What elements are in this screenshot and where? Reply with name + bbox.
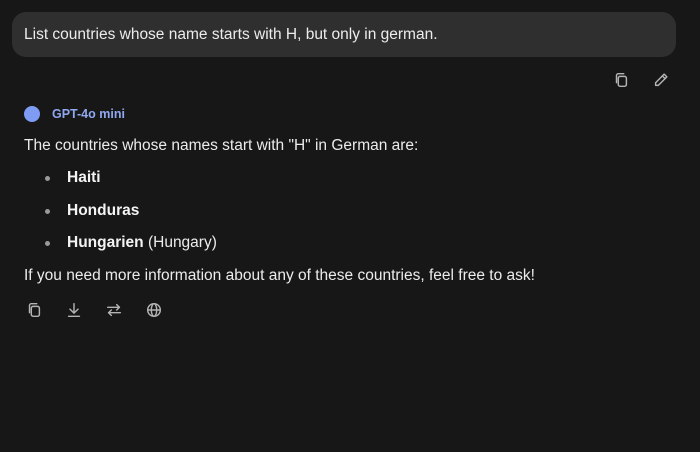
globe-icon[interactable] <box>143 299 165 321</box>
list-item: Haiti <box>24 168 664 188</box>
model-avatar <box>24 106 40 122</box>
country-name: Honduras <box>67 201 140 219</box>
regenerate-icon[interactable] <box>103 299 125 321</box>
country-name: Hungarien <box>67 234 144 251</box>
list-item: Honduras <box>24 201 664 221</box>
country-name: Haiti <box>67 169 101 186</box>
bullet-icon <box>45 176 50 181</box>
answer-intro: The countries whose names start with "H"… <box>24 137 419 154</box>
user-message-bubble: List countries whose name starts with H,… <box>12 12 676 57</box>
country-note: (Hungary) <box>143 234 217 251</box>
copy-icon[interactable] <box>23 299 45 321</box>
bullet-icon <box>45 208 50 214</box>
download-icon[interactable] <box>63 299 85 321</box>
copy-icon[interactable] <box>610 69 632 91</box>
user-message-text: List countries whose name starts with H,… <box>24 25 438 43</box>
bullet-icon <box>45 241 50 246</box>
edit-icon[interactable] <box>650 69 672 91</box>
model-label: GPT-4o mini <box>24 106 125 122</box>
model-name: GPT-4o mini <box>52 107 125 121</box>
user-message-actions <box>610 69 672 91</box>
assistant-answer: The countries whose names start with "H"… <box>24 136 664 286</box>
answer-closing: If you need more information about any o… <box>24 266 535 284</box>
list-item: Hungarien (Hungary) <box>24 233 664 253</box>
assistant-actions <box>23 299 165 321</box>
country-list: Haiti Honduras Hungarien (Hungary) <box>24 168 664 253</box>
